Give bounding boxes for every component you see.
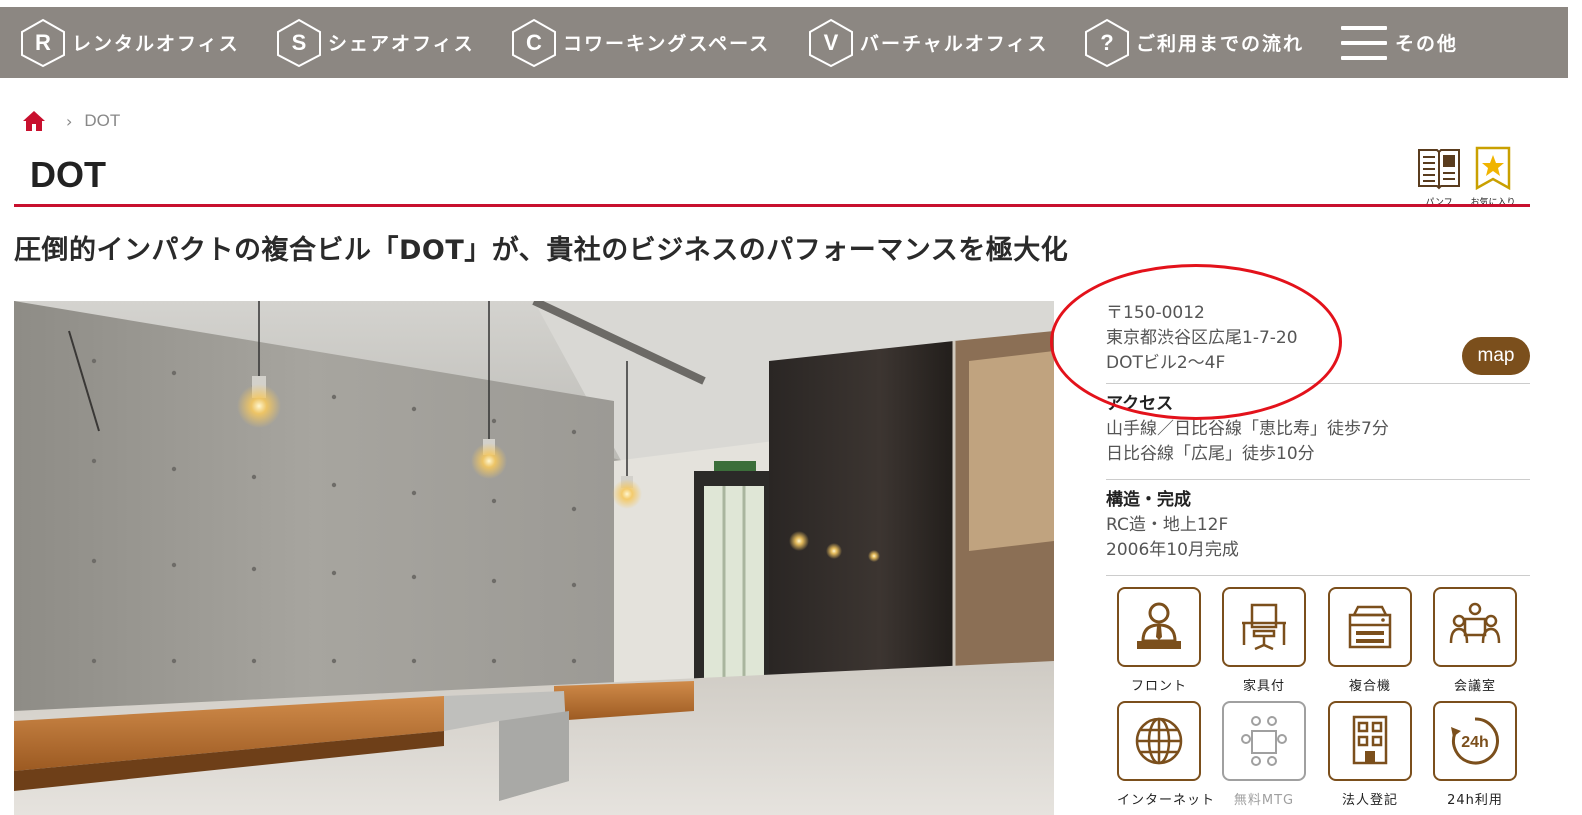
- divider: [1106, 575, 1530, 576]
- nav-item-rental-office[interactable]: R レンタルオフィス: [20, 7, 240, 78]
- hexagon-question-icon: ?: [1084, 18, 1130, 68]
- top-nav: R レンタルオフィス S シェアオフィス C コワーキングスペース V バーチャ…: [0, 7, 1568, 78]
- home-icon[interactable]: [22, 110, 46, 132]
- amenity-24h: 24h 24h利用: [1433, 701, 1517, 808]
- hamburger-icon: [1341, 25, 1387, 60]
- amenity-copier: 複合機: [1328, 587, 1412, 694]
- internet-icon: [1135, 717, 1183, 765]
- breadcrumb-current: DOT: [84, 111, 121, 130]
- meeting-room-icon: [1449, 602, 1501, 644]
- access-line: 山手線／日比谷線「恵比寿」徒歩7分: [1106, 419, 1389, 439]
- amenity-internet: インターネット: [1117, 701, 1216, 808]
- hexagon-s-icon: S: [276, 18, 322, 68]
- lobby-photo: [14, 301, 1054, 815]
- svg-text:24h: 24h: [1461, 734, 1489, 751]
- nav-label: ご利用までの流れ: [1136, 33, 1305, 55]
- front-desk-icon: [1137, 602, 1181, 649]
- hexagon-v-icon: V: [808, 18, 854, 68]
- amenity-free-meeting: 無料MTG: [1222, 701, 1306, 808]
- pamphlet-icon: [1418, 149, 1460, 190]
- amenity-label: 24h利用: [1447, 793, 1503, 808]
- amenity-meeting-room: 会議室: [1433, 587, 1517, 694]
- nav-item-coworking-space[interactable]: C コワーキングスペース: [511, 7, 770, 78]
- free-meeting-icon: [1241, 716, 1287, 766]
- amenity-label: インターネット: [1117, 793, 1216, 808]
- structure-heading: 構造・完成: [1106, 490, 1191, 510]
- breadcrumb: › DOT: [22, 109, 120, 133]
- nav-label: シェアオフィス: [328, 33, 475, 55]
- star-bookmark-icon: [1475, 146, 1511, 191]
- nav-label: その他: [1395, 33, 1459, 55]
- nav-label: レンタルオフィス: [72, 33, 240, 55]
- nav-label: バーチャルオフィス: [860, 33, 1049, 55]
- info-panel: 〒150-0012 東京都渋谷区広尾1-7-20 DOTビル2～4F アクセス …: [1106, 300, 1530, 576]
- map-button[interactable]: map: [1462, 337, 1530, 375]
- access-heading: アクセス: [1106, 394, 1174, 414]
- pamphlet-button[interactable]: パンフ: [1414, 146, 1464, 208]
- nav-item-virtual-office[interactable]: V バーチャルオフィス: [808, 7, 1048, 78]
- page-title: DOT: [30, 154, 106, 195]
- access-line: 日比谷線「広尾」徒歩10分: [1106, 444, 1315, 464]
- 24h-icon: 24h: [1451, 717, 1499, 765]
- amenity-label: 法人登記: [1341, 793, 1398, 808]
- page-subtitle: 圧倒的インパクトの複合ビル「DOT」が、貴社のビジネスのパフォーマンスを極大化: [14, 235, 1069, 266]
- furniture-icon: [1242, 603, 1286, 651]
- amenity-label: 複合機: [1348, 679, 1391, 694]
- favorite-button[interactable]: お気に入り: [1468, 146, 1518, 208]
- nav-item-more[interactable]: その他: [1341, 7, 1458, 78]
- structure-line: 2006年10月完成: [1106, 540, 1239, 560]
- structure-line: RC造・地上12F: [1106, 515, 1229, 535]
- chevron-right-icon: ›: [66, 111, 73, 131]
- amenity-furniture: 家具付: [1222, 587, 1306, 694]
- hexagon-r-icon: R: [20, 18, 66, 68]
- amenity-label: 家具付: [1242, 679, 1285, 694]
- registration-icon: [1352, 715, 1388, 765]
- hexagon-c-icon: C: [511, 18, 557, 68]
- postal-code: 〒150-0012: [1106, 303, 1205, 323]
- amenity-label: 会議室: [1453, 679, 1496, 694]
- amenity-label: フロント: [1130, 679, 1187, 694]
- nav-item-share-office[interactable]: S シェアオフィス: [276, 7, 475, 78]
- nav-label: コワーキングスペース: [563, 33, 771, 55]
- nav-item-flow[interactable]: ? ご利用までの流れ: [1084, 7, 1304, 78]
- amenity-front-desk: フロント: [1117, 587, 1201, 694]
- copier-icon: [1348, 605, 1392, 649]
- title-underline: [14, 204, 1530, 207]
- amenity-registration: 法人登記: [1328, 701, 1412, 808]
- amenity-label: 無料MTG: [1233, 793, 1295, 808]
